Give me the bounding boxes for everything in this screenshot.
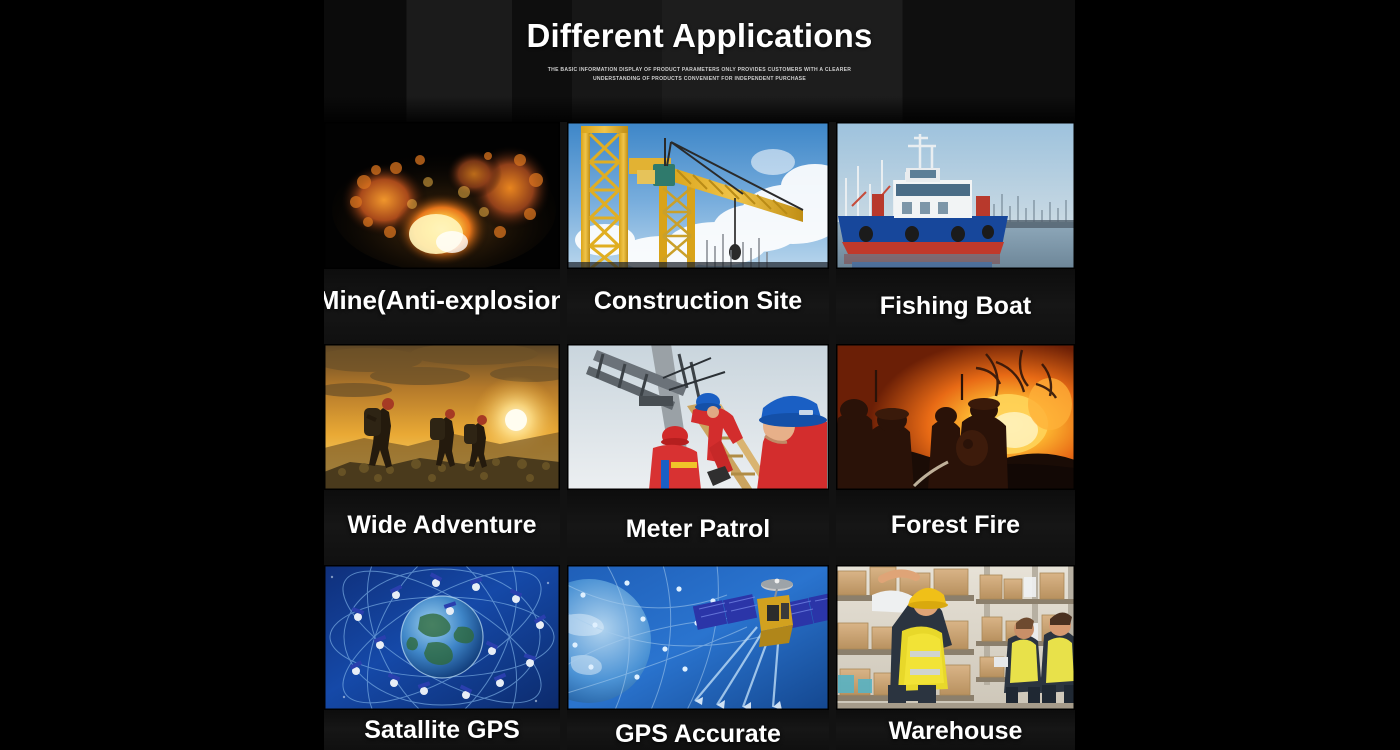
letterbox-left xyxy=(0,0,324,750)
page-header: Different Applications THE BASIC INFORMA… xyxy=(324,0,1075,122)
hikers-sunset-ridge-image xyxy=(324,344,560,490)
letterbox-right xyxy=(1075,0,1400,750)
tile-caption: Forest Fire xyxy=(836,490,1075,565)
tile-caption: GPS Accurate xyxy=(567,710,829,750)
page-subtitle: THE BASIC INFORMATION DISPLAY OF PRODUCT… xyxy=(547,67,852,82)
tile-label: Satallite GPS xyxy=(364,716,520,745)
tower-crane-image xyxy=(567,122,829,269)
tile-caption: Meter Patrol xyxy=(567,490,829,565)
application-tile[interactable]: Construction Site xyxy=(567,122,829,344)
gps-satellite-orbit-image xyxy=(567,565,829,710)
application-tile[interactable]: Satallite GPS xyxy=(324,565,560,750)
tile-label: Construction Site xyxy=(593,286,803,315)
application-tile[interactable]: GPS Accurate xyxy=(567,565,829,750)
tile-label: Forest Fire xyxy=(890,510,1021,539)
tile-label: Wide Adventure xyxy=(347,510,537,539)
application-row-2: Wide Adventure Meter Patrol Forest Fire xyxy=(324,344,1075,565)
tile-caption: Warehouse xyxy=(836,710,1075,750)
application-tile[interactable]: Forest Fire xyxy=(836,344,1075,565)
explosion-fireball-image xyxy=(324,122,560,269)
warehouse-workers-image xyxy=(836,565,1075,710)
tile-label: Meter Patrol xyxy=(625,514,771,543)
tile-caption: Wide Adventure xyxy=(324,490,560,565)
tile-label: GPS Accurate xyxy=(615,720,781,749)
application-tile[interactable]: Fishing Boat xyxy=(836,122,1075,344)
applications-panel: Different Applications THE BASIC INFORMA… xyxy=(324,0,1075,750)
tile-caption: Satallite GPS xyxy=(324,710,560,750)
tile-label: Mine(Anti-explosion xyxy=(324,285,560,316)
screenshot-stage: Different Applications THE BASIC INFORMA… xyxy=(0,0,1400,750)
tile-label: Fishing Boat xyxy=(879,291,1032,320)
application-tile[interactable]: Meter Patrol xyxy=(567,344,829,565)
tile-caption: Fishing Boat xyxy=(836,269,1075,344)
application-tile[interactable]: Wide Adventure xyxy=(324,344,560,565)
tile-caption: Construction Site xyxy=(567,269,829,344)
firefighters-wildfire-image xyxy=(836,344,1075,490)
page-title: Different Applications xyxy=(526,17,873,54)
application-row-1: Mine(Anti-explosion Construction Site Fi… xyxy=(324,122,1075,344)
application-tile[interactable]: Warehouse xyxy=(836,565,1075,750)
application-tile[interactable]: Mine(Anti-explosion xyxy=(324,122,560,344)
application-row-3: Satallite GPS GPS Accurate Warehouse xyxy=(324,565,1075,750)
utility-pole-workers-image xyxy=(567,344,829,490)
earth-satellite-constellation-image xyxy=(324,565,560,710)
tile-caption: Mine(Anti-explosion xyxy=(324,269,560,344)
fishing-boats-harbor-image xyxy=(836,122,1075,269)
tile-label: Warehouse xyxy=(888,717,1023,746)
